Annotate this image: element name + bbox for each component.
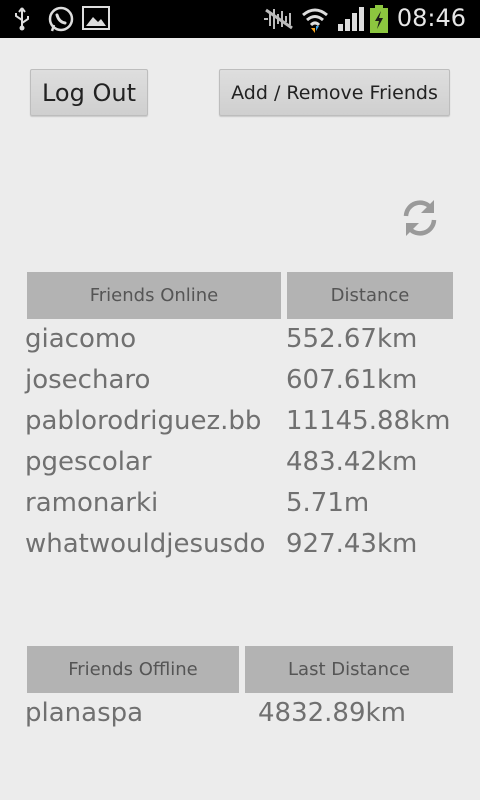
online-friend-name[interactable]: whatwouldjesusdo <box>25 529 265 570</box>
add-remove-friends-button[interactable]: Add / Remove Friends <box>219 69 450 116</box>
last-distance-header[interactable]: Last Distance <box>245 646 453 693</box>
online-friend-distance: 927.43km <box>286 529 418 559</box>
wifi-icon <box>302 8 328 33</box>
offline-friend-name[interactable]: planaspa <box>25 698 143 739</box>
online-friend-distance: 552.67km <box>286 324 418 354</box>
battery-charging-icon <box>370 5 388 33</box>
signal-icon <box>338 7 364 31</box>
status-bar: 08:46 <box>0 0 480 38</box>
online-friend-name[interactable]: pgescolar <box>25 447 152 488</box>
online-friend-name[interactable]: josecharo <box>25 365 150 406</box>
distance-header[interactable]: Distance <box>287 272 453 319</box>
mute-icon <box>264 8 293 30</box>
usb-icon <box>15 7 29 31</box>
friends-offline-header[interactable]: Friends Offline <box>27 646 239 693</box>
gallery-icon <box>82 6 110 30</box>
online-friend-name[interactable]: pablorodriguez.bb <box>25 406 261 447</box>
logout-button[interactable]: Log Out <box>30 69 148 116</box>
refresh-icon[interactable] <box>398 196 442 240</box>
online-friend-distance: 483.42km <box>286 447 418 477</box>
online-friend-distance: 11145.88km <box>286 406 451 436</box>
offline-friend-distance: 4832.89km <box>258 698 406 728</box>
online-friend-name[interactable]: ramonarki <box>25 488 158 529</box>
online-friend-distance: 5.71m <box>286 488 370 518</box>
friends-online-header[interactable]: Friends Online <box>27 272 281 319</box>
status-time: 08:46 <box>396 4 466 32</box>
whatsapp-icon <box>48 6 74 32</box>
online-friend-name[interactable]: giacomo <box>25 324 136 365</box>
online-friend-distance: 607.61km <box>286 365 418 395</box>
